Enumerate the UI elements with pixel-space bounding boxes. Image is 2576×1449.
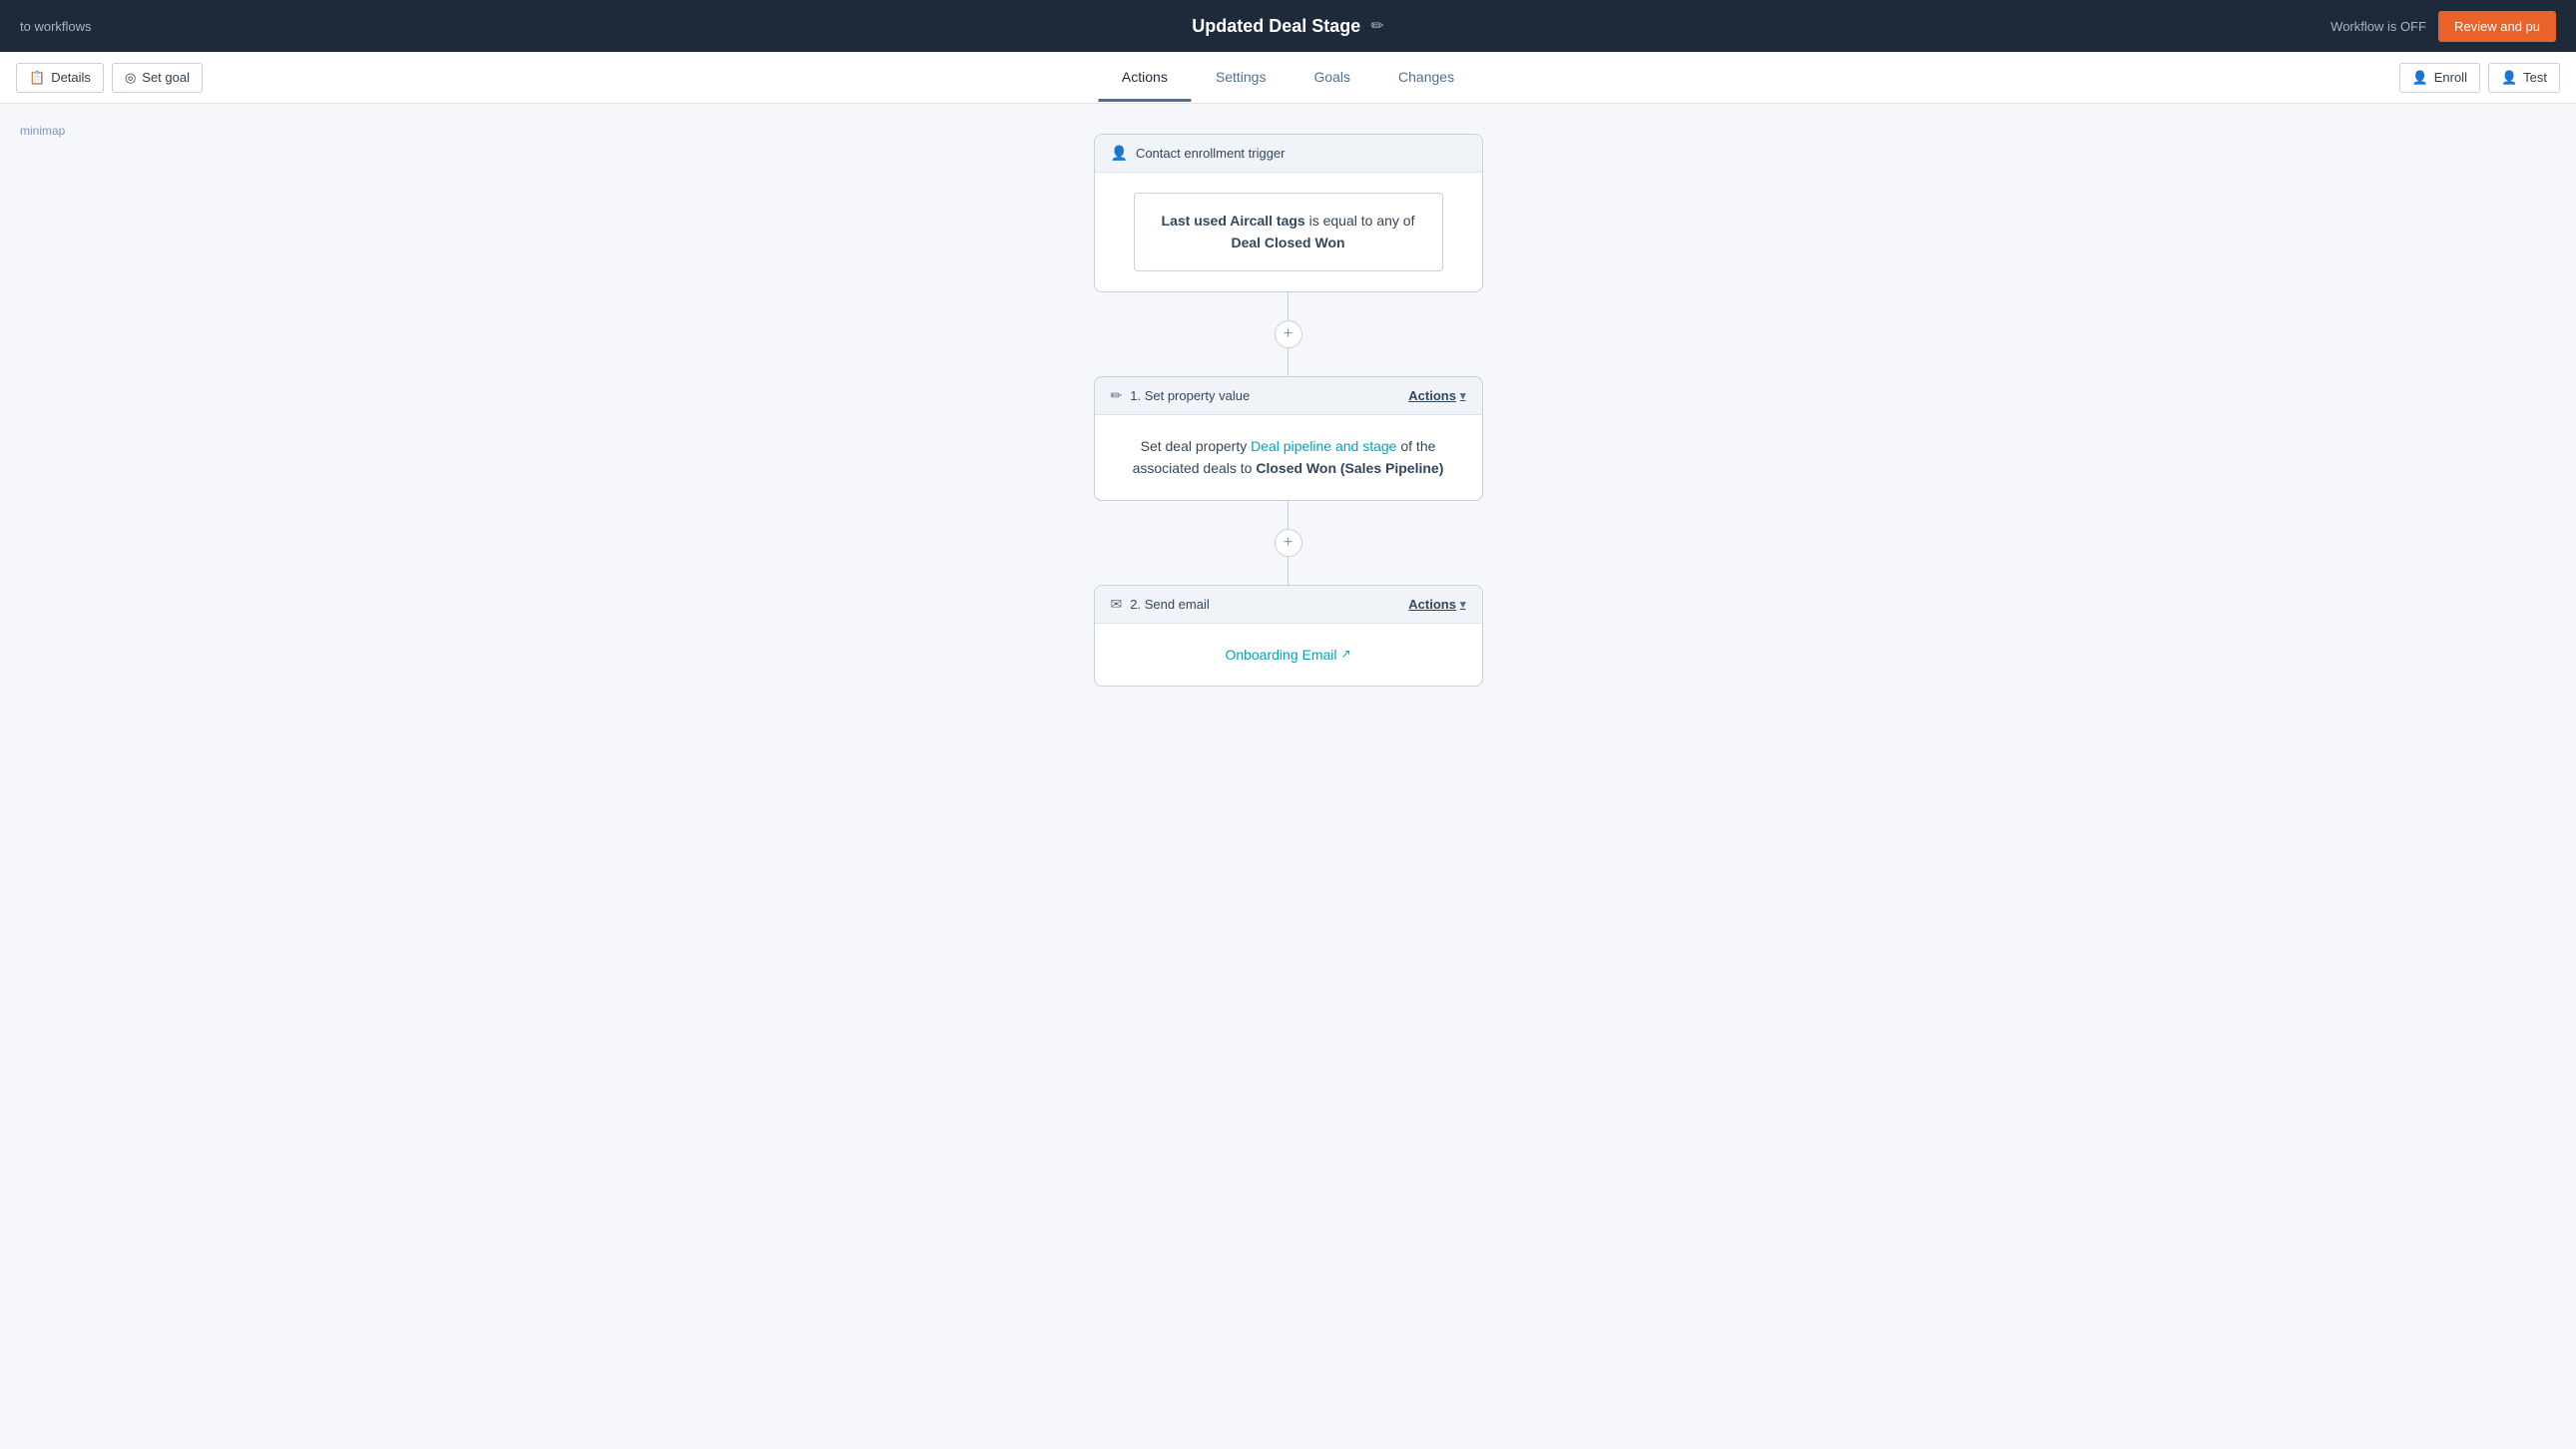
action-1-menu-arrow: ▾ bbox=[1460, 389, 1466, 402]
action-2-icon: ✉ bbox=[1111, 596, 1123, 613]
set-goal-label: Set goal bbox=[142, 70, 190, 85]
top-bar-center: Updated Deal Stage ✏ bbox=[1192, 16, 1383, 37]
nav-bar: 📋 Details ◎ Set goal Actions Settings Go… bbox=[0, 52, 2576, 104]
add-step-button-1[interactable]: + bbox=[1275, 320, 1302, 348]
action-1-link[interactable]: Deal pipeline and stage bbox=[1251, 438, 1396, 454]
connector-1: + bbox=[1275, 292, 1302, 376]
action-1-menu[interactable]: Actions ▾ bbox=[1408, 388, 1465, 403]
action-header-1: ✏ 1. Set property value Actions ▾ bbox=[1095, 377, 1482, 415]
action-card-1: ✏ 1. Set property value Actions ▾ Set de… bbox=[1094, 376, 1483, 501]
test-icon: 👤 bbox=[2501, 70, 2517, 86]
top-bar: to workflows Updated Deal Stage ✏ Workfl… bbox=[0, 0, 2576, 52]
set-goal-icon: ◎ bbox=[125, 70, 136, 86]
action-1-menu-label: Actions bbox=[1408, 388, 1456, 403]
workflow-title: Updated Deal Stage bbox=[1192, 16, 1360, 37]
action-header-left-2: ✉ 2. Send email bbox=[1111, 596, 1210, 613]
workflow-column: 👤 Contact enrollment trigger Last used A… bbox=[1089, 134, 1488, 687]
top-bar-right: Workflow is OFF Review and pu bbox=[2330, 11, 2556, 42]
back-to-workflows-link[interactable]: to workflows bbox=[20, 19, 92, 34]
details-label: Details bbox=[51, 70, 91, 85]
workflow-status: Workflow is OFF bbox=[2330, 19, 2426, 34]
action-1-icon: ✏ bbox=[1111, 387, 1123, 404]
details-icon: 📋 bbox=[29, 70, 45, 86]
nav-tabs: Actions Settings Goals Changes bbox=[1098, 55, 1478, 101]
external-link-icon: ↗ bbox=[1341, 645, 1351, 664]
top-bar-left: to workflows bbox=[20, 19, 92, 34]
onboarding-email-link[interactable]: Onboarding Email ↗ bbox=[1111, 644, 1466, 666]
review-publish-button[interactable]: Review and pu bbox=[2438, 11, 2556, 42]
trigger-header: 👤 Contact enrollment trigger bbox=[1095, 135, 1482, 173]
test-label: Test bbox=[2523, 70, 2547, 85]
trigger-body: Last used Aircall tags is equal to any o… bbox=[1095, 173, 1482, 291]
action-header-2: ✉ 2. Send email Actions ▾ bbox=[1095, 586, 1482, 624]
action-2-body: Onboarding Email ↗ bbox=[1095, 624, 1482, 686]
nav-left: 📋 Details ◎ Set goal bbox=[16, 63, 203, 93]
action-2-menu[interactable]: Actions ▾ bbox=[1408, 597, 1465, 612]
email-link-text: Onboarding Email bbox=[1225, 644, 1336, 666]
action-header-left-1: ✏ 1. Set property value bbox=[1111, 387, 1251, 404]
connector-2: + bbox=[1275, 501, 1302, 585]
set-goal-button[interactable]: ◎ Set goal bbox=[112, 63, 203, 93]
minimap-label: minimap bbox=[20, 124, 65, 138]
action-1-prefix: Set deal property bbox=[1141, 438, 1252, 454]
enroll-button[interactable]: 👤 Enroll bbox=[2399, 63, 2480, 93]
condition-box[interactable]: Last used Aircall tags is equal to any o… bbox=[1134, 193, 1443, 271]
tab-actions[interactable]: Actions bbox=[1098, 55, 1192, 102]
action-2-menu-label: Actions bbox=[1408, 597, 1456, 612]
action-card-2: ✉ 2. Send email Actions ▾ Onboarding Ema… bbox=[1094, 585, 1483, 687]
trigger-card: 👤 Contact enrollment trigger Last used A… bbox=[1094, 134, 1483, 292]
condition-bold1: Last used Aircall tags bbox=[1162, 213, 1305, 229]
workflow-canvas: minimap 👤 Contact enrollment trigger Las… bbox=[0, 104, 2576, 1449]
tab-settings[interactable]: Settings bbox=[1192, 55, 1290, 102]
action-1-bold: Closed Won (Sales Pipeline) bbox=[1256, 460, 1443, 476]
tab-changes[interactable]: Changes bbox=[1374, 55, 1478, 102]
tab-goals[interactable]: Goals bbox=[1289, 55, 1374, 102]
action-1-header-label: 1. Set property value bbox=[1130, 388, 1250, 403]
action-2-header-label: 2. Send email bbox=[1130, 597, 1210, 612]
action-2-menu-arrow: ▾ bbox=[1460, 598, 1466, 611]
enroll-icon: 👤 bbox=[2412, 70, 2428, 86]
nav-right: 👤 Enroll 👤 Test bbox=[2399, 63, 2560, 93]
edit-icon[interactable]: ✏ bbox=[1370, 16, 1383, 36]
details-button[interactable]: 📋 Details bbox=[16, 63, 104, 93]
test-button[interactable]: 👤 Test bbox=[2488, 63, 2560, 93]
condition-bold2: Deal Closed Won bbox=[1231, 235, 1344, 250]
action-1-body: Set deal property Deal pipeline and stag… bbox=[1095, 415, 1482, 500]
enroll-label: Enroll bbox=[2434, 70, 2467, 85]
trigger-header-label: Contact enrollment trigger bbox=[1136, 146, 1286, 161]
add-step-button-2[interactable]: + bbox=[1275, 529, 1302, 557]
trigger-icon: 👤 bbox=[1111, 145, 1128, 162]
condition-plain1: is equal to any of bbox=[1305, 213, 1415, 229]
